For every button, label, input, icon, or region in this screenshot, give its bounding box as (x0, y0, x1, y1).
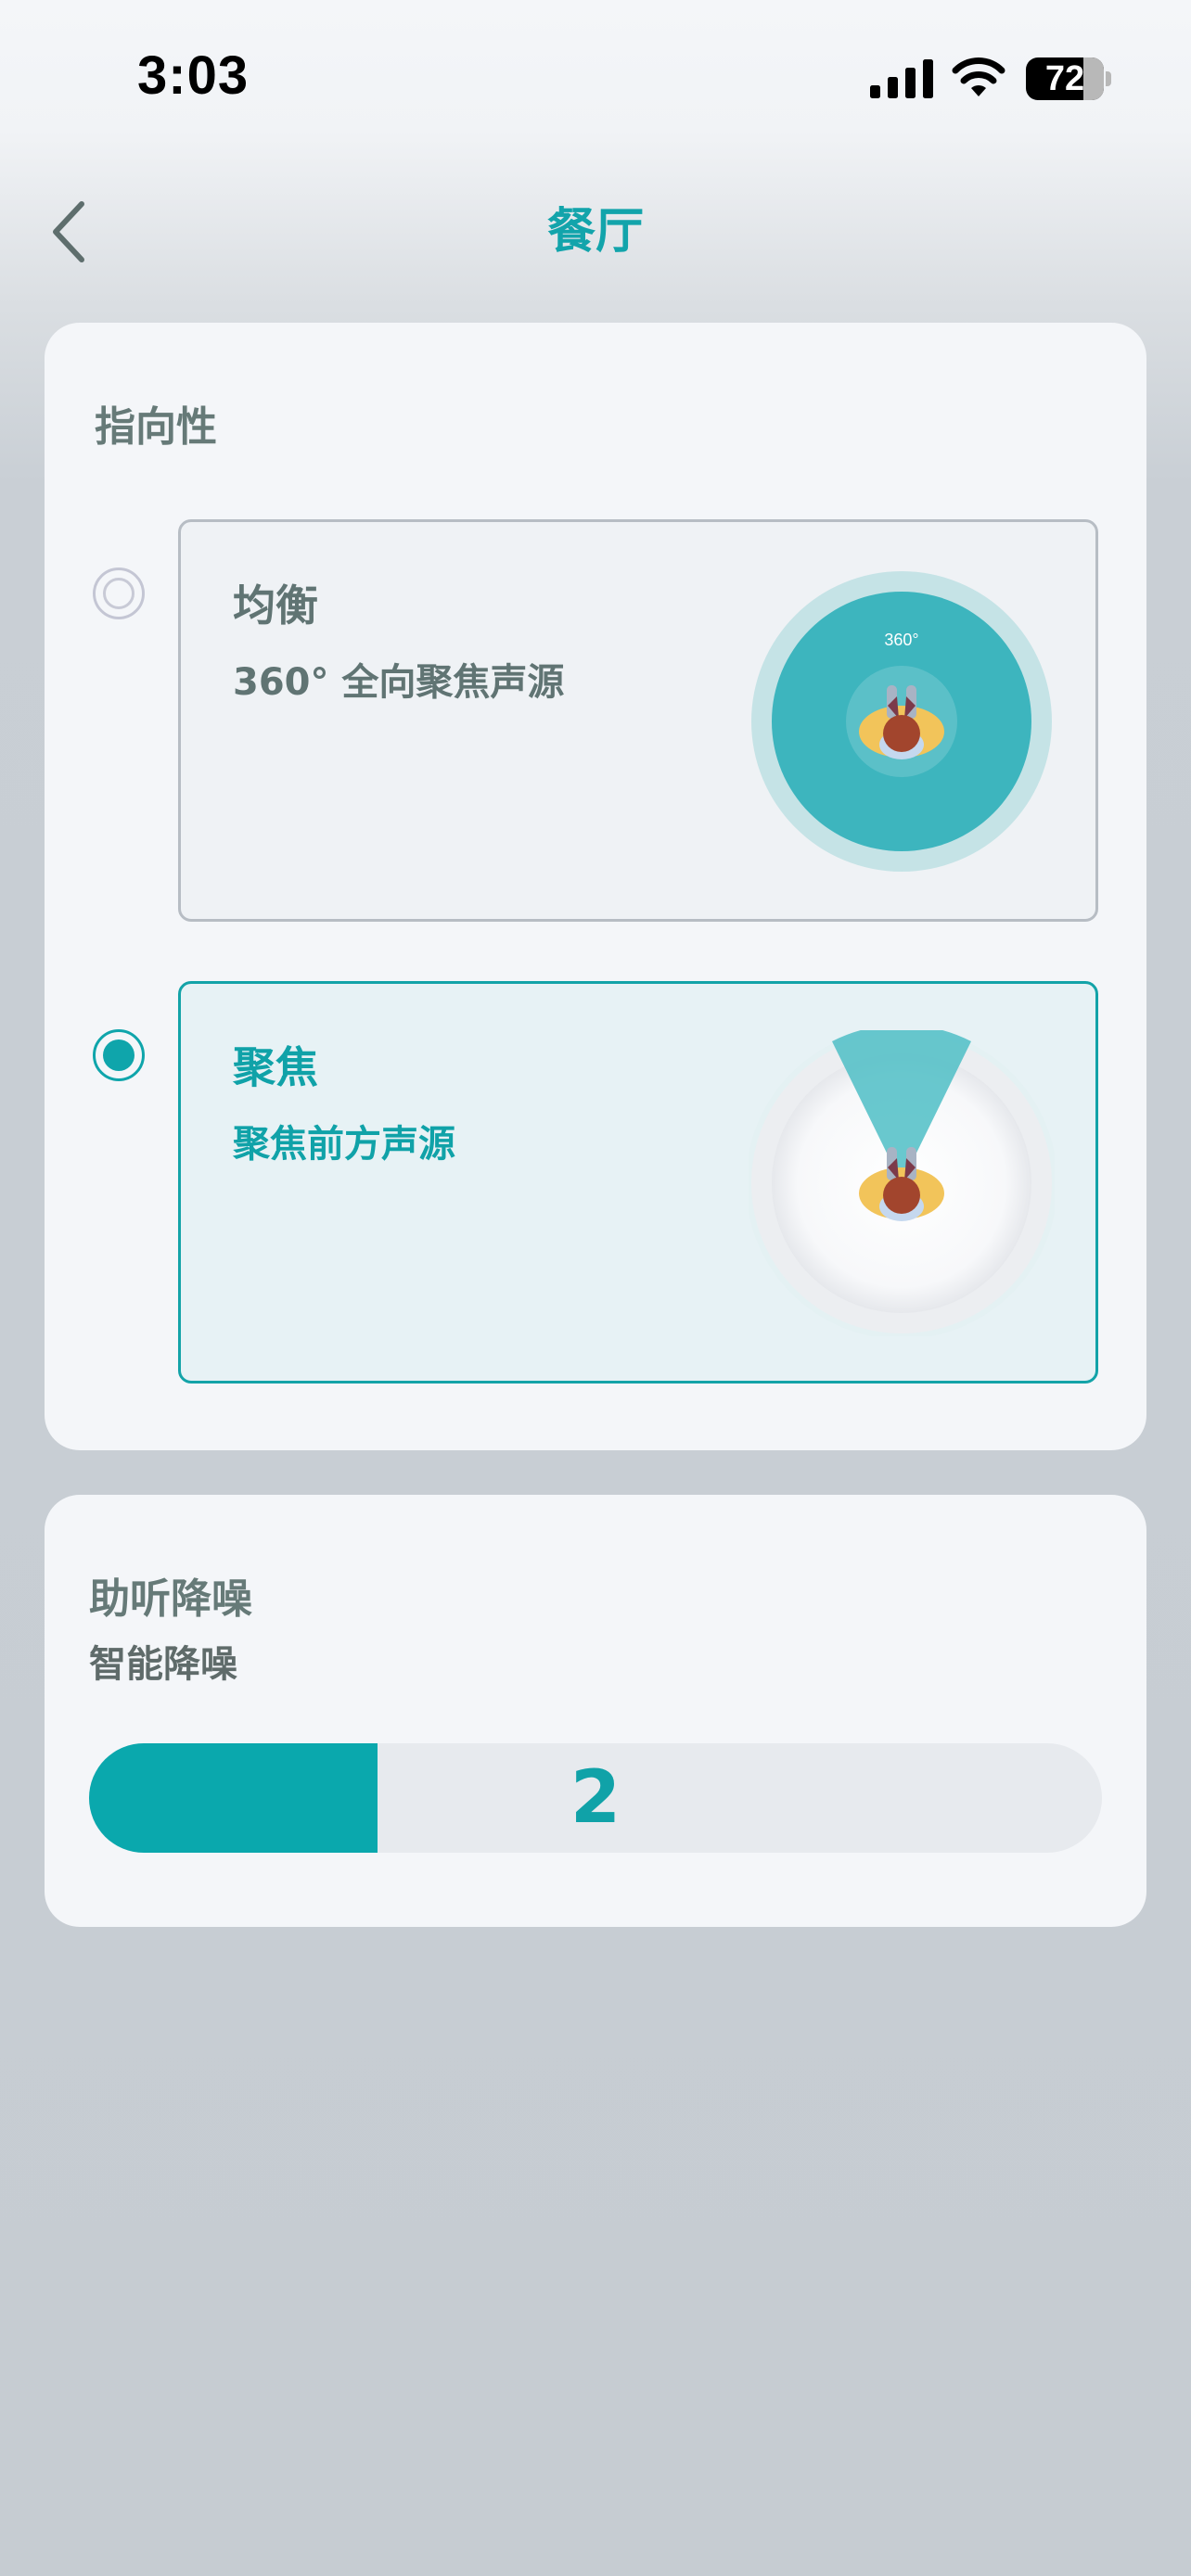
option-focus[interactable]: 聚焦 聚焦前方声源 (178, 981, 1098, 1384)
option-focus-subtitle: 聚焦前方声源 (233, 1123, 455, 1166)
noise-reduction-title: 助听降噪 (89, 1575, 252, 1623)
page-title: 餐厅 (546, 204, 644, 260)
omnidirectional-figure: 360° (751, 571, 1052, 872)
cellular-signal-icon (870, 59, 933, 98)
figure-degree-label: 360° (884, 631, 918, 649)
slider-value: 2 (570, 1756, 621, 1840)
option-balanced-title: 均衡 (233, 580, 318, 631)
directivity-card: 指向性 均衡 360° 全向聚焦声源 360° 聚焦 聚焦前方声源 (45, 323, 1146, 1450)
battery-level: 72 (1044, 59, 1085, 98)
status-time: 3:03 (137, 45, 250, 106)
battery-indicator: 72 (1026, 57, 1111, 100)
directivity-title: 指向性 (95, 403, 217, 451)
option-focus-title: 聚焦 (233, 1042, 318, 1092)
wifi-icon (952, 57, 1005, 96)
option-balanced[interactable]: 均衡 360° 全向聚焦声源 360° (178, 519, 1098, 922)
noise-reduction-slider[interactable]: 2 (89, 1743, 1102, 1853)
front-focus-figure (749, 1030, 1055, 1336)
radio-focus[interactable] (93, 1029, 145, 1081)
noise-reduction-card: 助听降噪 智能降噪 2 (45, 1495, 1146, 1927)
option-balanced-subtitle: 360° 全向聚焦声源 (233, 661, 565, 704)
radio-balanced[interactable] (93, 567, 145, 619)
noise-reduction-subtitle: 智能降噪 (89, 1643, 237, 1686)
